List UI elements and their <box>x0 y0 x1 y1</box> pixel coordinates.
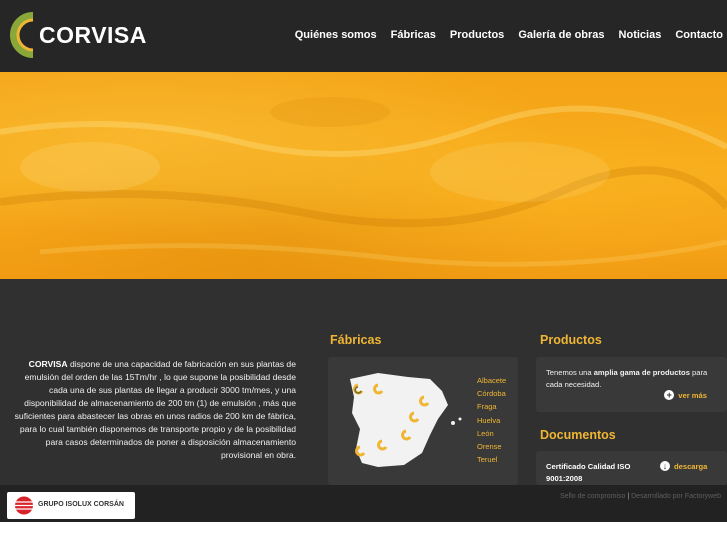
descarga-link[interactable]: ↓ descarga <box>660 461 707 471</box>
fabrica-teruel[interactable]: Teruel <box>477 453 506 466</box>
intro-brand: CORVISA <box>28 359 68 369</box>
descarga-label: descarga <box>674 461 708 471</box>
nav-noticias[interactable]: Noticias <box>619 29 662 41</box>
documentos-panel: Certificado Calidad ISO 9001:2008 ↓ desc… <box>536 451 727 485</box>
logo-text: CORVISA <box>39 22 147 48</box>
isolux-globe-icon <box>15 496 33 515</box>
productos-panel: Tenemos una amplia gama de productos par… <box>536 357 727 412</box>
hero-texture <box>0 97 727 267</box>
productos-text-bold: amplia gama de productos <box>593 368 690 377</box>
fabricas-list: Albacete Córdoba Fraga Huelva León Orens… <box>477 374 506 466</box>
nav-fabricas[interactable]: Fábricas <box>391 29 436 41</box>
sello-compromiso-link[interactable]: Sello de compromiso <box>560 493 625 500</box>
logo-c-icon <box>10 12 34 58</box>
fabrica-huelva[interactable]: Huelva <box>477 414 506 427</box>
fabrica-fraga[interactable]: Fraga <box>477 400 506 413</box>
nav-productos[interactable]: Productos <box>450 29 504 41</box>
fabrica-orense[interactable]: Orense <box>477 440 506 453</box>
fabrica-albacete[interactable]: Albacete <box>477 374 506 387</box>
main-nav: Quiénes somos Fábricas Productos Galería… <box>281 29 723 41</box>
productos-text-before: Tenemos una <box>546 368 594 377</box>
nav-contacto[interactable]: Contacto <box>675 29 723 41</box>
corvisa-logo[interactable]: CORVISA <box>3 10 146 62</box>
isolux-corsan-logo[interactable]: GRUPO ISOLUX CORSÁN <box>7 492 135 519</box>
spain-map-icon[interactable] <box>338 369 466 471</box>
fabrica-cordoba[interactable]: Córdoba <box>477 387 506 400</box>
sponsor-text: GRUPO ISOLUX CORSÁN <box>38 501 124 508</box>
intro-body: dispone de una capacidad de fabricación … <box>14 359 296 460</box>
page-bottom <box>0 522 727 545</box>
documentos-title: Documentos <box>540 428 616 442</box>
productos-title: Productos <box>540 333 602 347</box>
intro-text: CORVISA dispone de una capacidad de fabr… <box>4 358 296 462</box>
nav-quienes-somos[interactable]: Quiénes somos <box>295 29 377 41</box>
site-footer: GRUPO ISOLUX CORSÁN Sello de compromiso … <box>0 485 727 522</box>
hero-banner <box>0 72 727 279</box>
plus-circle-icon: + <box>664 390 675 400</box>
footer-separator: | <box>627 493 630 500</box>
download-circle-icon: ↓ <box>660 461 670 471</box>
documento-iso: Certificado Calidad ISO 9001:2008 <box>546 462 631 483</box>
nav-galeria[interactable]: Galería de obras <box>518 29 604 41</box>
ver-mas-link[interactable]: + ver más <box>664 390 707 400</box>
fabricas-panel: Albacete Córdoba Fraga Huelva León Orens… <box>328 357 518 485</box>
ver-mas-label: ver más <box>678 390 707 400</box>
site-header: CORVISA Quiénes somos Fábricas Productos… <box>0 0 727 72</box>
fabrica-leon[interactable]: León <box>477 427 506 440</box>
fabricas-title: Fábricas <box>330 333 382 347</box>
footer-links: Sello de compromiso | Desarrollado por F… <box>560 493 721 500</box>
productos-text: Tenemos una amplia gama de productos par… <box>546 367 722 391</box>
factoryweb-link[interactable]: Desarrollado por Factoryweb <box>631 493 721 500</box>
